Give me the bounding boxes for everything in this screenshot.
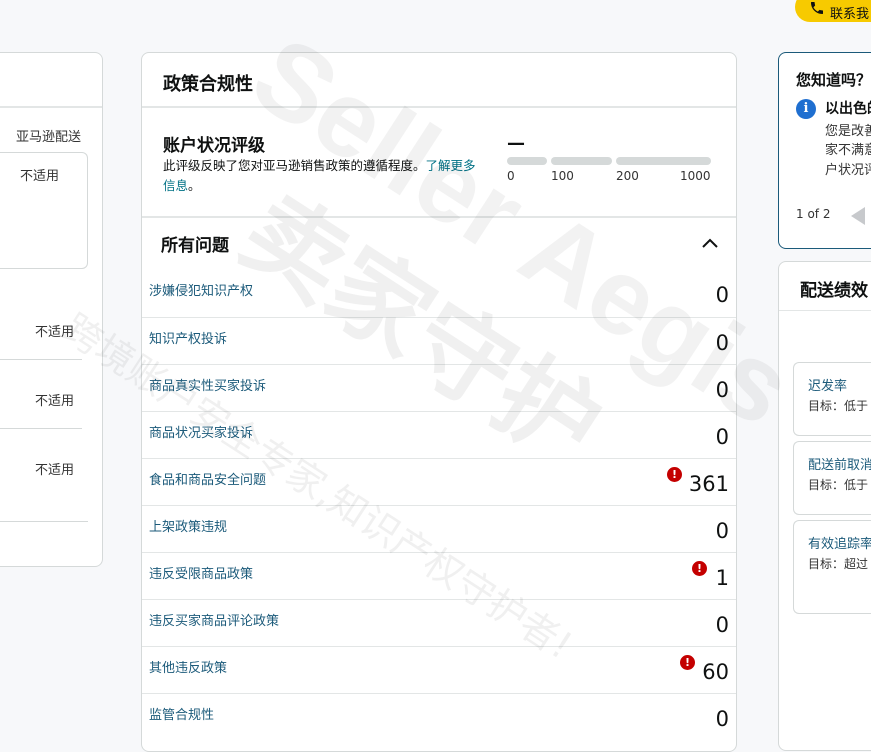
did-you-know-card: 您知道吗？ i 以出色的 您是改善 家不满意 户状况评 1 of 2	[778, 52, 871, 249]
metric-target: 目标：超过	[808, 557, 869, 571]
issue-count: 0	[715, 425, 729, 449]
chevron-up-icon[interactable]	[700, 233, 720, 253]
column-header-fba: 亚马逊配送	[15, 130, 81, 145]
issue-row[interactable]: 其他违反政策 ! 60	[142, 646, 736, 694]
scale-tick: 1000	[680, 169, 711, 183]
issue-row[interactable]: 食品和商品安全问题 ! 361	[142, 458, 736, 506]
shipping-title: 配送绩效	[800, 281, 868, 301]
health-rating-scale	[507, 157, 711, 165]
metric-target: 目标：低于	[808, 399, 869, 413]
scale-segment	[616, 157, 711, 165]
issue-label[interactable]: 食品和商品安全问题	[149, 469, 266, 488]
metric-name[interactable]: 迟发率	[808, 375, 847, 394]
issue-count: 361	[688, 472, 729, 496]
policy-compliance-card: 政策合规性 账户状况评级 此评级反映了您对亚马逊销售政策的遵循程度。了解更多信息…	[141, 52, 737, 752]
all-issues-title: 所有问题	[161, 236, 229, 256]
issue-row[interactable]: 违反受限商品政策 ! 1	[142, 552, 736, 600]
section-divider	[142, 216, 736, 218]
metric-late-shipment[interactable]: 迟发率 目标：低于	[793, 362, 871, 436]
value-na: 不适用	[19, 169, 59, 184]
value-na: 不适用	[34, 325, 74, 340]
issue-count: 0	[715, 613, 729, 637]
metric-target: 目标：低于	[808, 478, 869, 492]
issue-count: 0	[715, 707, 729, 731]
issue-label[interactable]: 其他违反政策	[149, 657, 227, 676]
row-divider	[0, 359, 82, 360]
tip-text: 户状况评	[825, 163, 871, 178]
tip-text: 家不满意	[825, 143, 871, 158]
issue-row[interactable]: 上架政策违规 0	[142, 505, 736, 553]
issue-label[interactable]: 违反受限商品政策	[149, 563, 253, 582]
card-title: 政策合规性	[163, 74, 253, 95]
value-na: 不适用	[34, 463, 74, 478]
issue-row[interactable]: 商品真实性买家投诉 0	[142, 364, 736, 412]
metric-valid-tracking[interactable]: 有效追踪率 目标：超过	[793, 520, 871, 614]
issue-label[interactable]: 上架政策违规	[149, 516, 227, 535]
phone-icon	[811, 2, 823, 14]
metric-cancel-rate[interactable]: 配送前取消 目标：低于	[793, 441, 871, 515]
title-divider	[142, 106, 736, 108]
info-icon: i	[796, 99, 816, 119]
triangle-left-icon[interactable]	[851, 207, 865, 225]
account-health-title: 账户状况评级	[163, 136, 265, 156]
did-you-know-title: 您知道吗？	[796, 71, 871, 89]
shipping-performance-card: 配送绩效 迟发率 目标：低于 配送前取消 目标：低于 有效追踪率 目标：超过	[778, 261, 871, 751]
title-divider	[779, 310, 871, 311]
row-divider	[0, 428, 82, 429]
scale-tick: 200	[616, 169, 639, 183]
left-value-box: 不适用	[0, 152, 88, 269]
issue-count: 0	[715, 331, 729, 355]
issue-row[interactable]: 商品状况买家投诉 0	[142, 411, 736, 459]
description-end: 。	[188, 178, 201, 193]
issue-row[interactable]: 违反买家商品评论政策 0	[142, 599, 736, 647]
issue-label[interactable]: 监管合规性	[149, 704, 214, 723]
account-health-value: —	[507, 133, 525, 154]
issue-row[interactable]: 监管合规性 0	[142, 693, 736, 741]
issue-label[interactable]: 商品状况买家投诉	[149, 422, 253, 441]
description-text: 此评级反映了您对亚马逊销售政策的遵循程度。	[163, 158, 426, 173]
contact-label: 联系我	[830, 7, 870, 22]
alert-icon: !	[667, 467, 682, 482]
account-health-description: 此评级反映了您对亚马逊销售政策的遵循程度。了解更多信息。	[163, 156, 478, 196]
left-metrics-card: 亚马逊配送 不适用 不适用 不适用 不适用	[0, 52, 103, 567]
issue-row[interactable]: 涉嫌侵犯知识产权 0	[142, 270, 736, 317]
issue-label[interactable]: 知识产权投诉	[149, 328, 227, 347]
alert-icon: !	[680, 655, 695, 670]
contact-button[interactable]: 联系我	[795, 0, 871, 22]
issue-count: 0	[715, 519, 729, 543]
issue-label[interactable]: 违反买家商品评论政策	[149, 610, 279, 629]
metric-name[interactable]: 配送前取消	[808, 454, 871, 473]
scale-tick: 0	[507, 169, 515, 183]
tip-text: 您是改善	[825, 124, 871, 139]
issue-count: 1	[715, 566, 729, 590]
alert-icon: !	[692, 561, 707, 576]
issue-count: 60	[702, 660, 729, 684]
issue-count: 0	[715, 283, 729, 307]
scale-segment	[551, 157, 612, 165]
scale-segment	[507, 157, 547, 165]
issue-label[interactable]: 商品真实性买家投诉	[149, 375, 266, 394]
tip-heading: 以出色的	[825, 101, 871, 117]
metric-name[interactable]: 有效追踪率	[808, 533, 871, 552]
header-divider	[0, 106, 102, 108]
value-na: 不适用	[34, 394, 74, 409]
scale-tick: 100	[551, 169, 574, 183]
issue-row[interactable]: 知识产权投诉 0	[142, 317, 736, 365]
issue-label[interactable]: 涉嫌侵犯知识产权	[149, 280, 253, 299]
row-divider	[0, 521, 88, 522]
pager-text: 1 of 2	[796, 207, 831, 221]
issue-count: 0	[715, 378, 729, 402]
